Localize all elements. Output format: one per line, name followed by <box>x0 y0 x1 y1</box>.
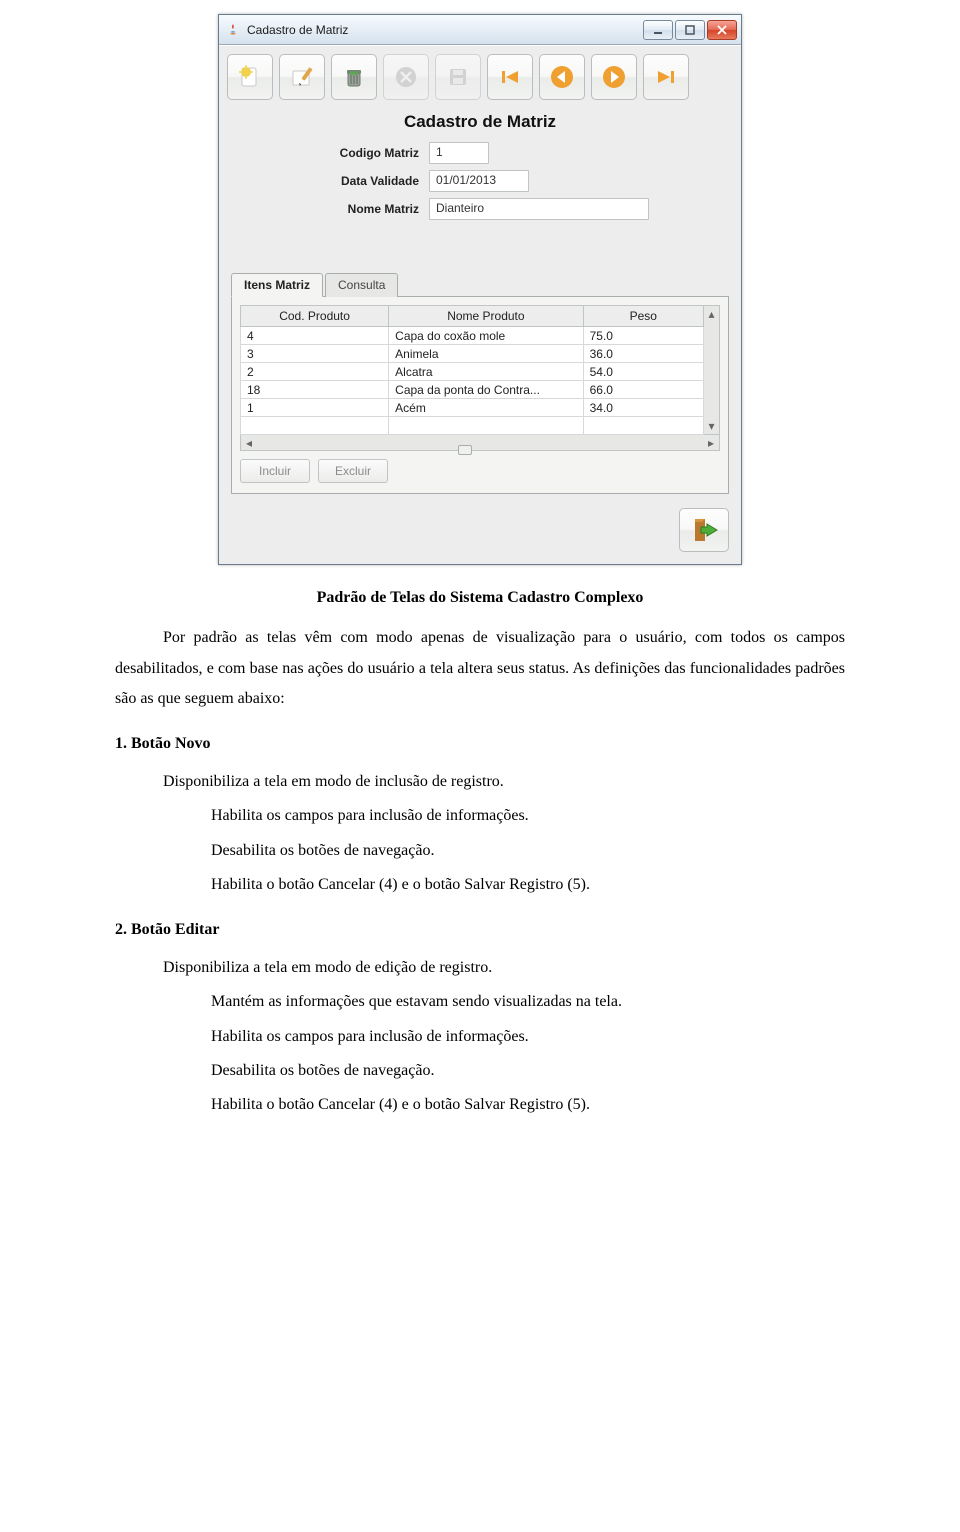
sec2-title: 2. Botão Editar <box>115 915 845 945</box>
exit-button[interactable] <box>679 508 729 552</box>
last-button[interactable] <box>643 54 689 100</box>
page-title: Cadastro de Matriz <box>219 106 741 142</box>
incluir-button[interactable]: Incluir <box>240 459 310 483</box>
cell-peso: 54.0 <box>583 363 703 381</box>
cell-cod: 4 <box>241 327 389 345</box>
save-button <box>435 54 481 100</box>
tab-itens-matriz[interactable]: Itens Matriz <box>231 273 323 297</box>
table-row[interactable]: 18 Capa da ponta do Contra... 66.0 <box>241 381 704 399</box>
scroll-down-icon[interactable]: ▾ <box>704 418 719 434</box>
doc-caption: Padrão de Telas do Sistema Cadastro Comp… <box>115 583 845 613</box>
table-row[interactable]: 3 Animela 36.0 <box>241 345 704 363</box>
table-row[interactable]: 1 Acém 34.0 <box>241 399 704 417</box>
scroll-up-icon[interactable]: ▴ <box>704 306 719 322</box>
th-nome[interactable]: Nome Produto <box>389 306 583 327</box>
toolbar <box>219 46 741 106</box>
edit-button[interactable] <box>279 54 325 100</box>
tab-strip: Itens Matriz Consulta <box>231 273 729 297</box>
cell-nome: Alcatra <box>389 363 583 381</box>
validade-field[interactable]: 01/01/2013 <box>429 170 529 192</box>
cell-cod: 3 <box>241 345 389 363</box>
cell-nome: Acém <box>389 399 583 417</box>
data-table: Cod. Produto Nome Produto Peso 4 Capa do… <box>240 305 704 435</box>
codigo-label: Codigo Matriz <box>269 146 429 160</box>
nome-label: Nome Matriz <box>269 202 429 216</box>
cell-cod: 2 <box>241 363 389 381</box>
cell-peso: 75.0 <box>583 327 703 345</box>
tab-consulta[interactable]: Consulta <box>325 273 398 297</box>
form-area: Codigo Matriz 1 Data Validade 01/01/2013… <box>219 142 741 232</box>
table-row[interactable]: 4 Capa do coxão mole 75.0 <box>241 327 704 345</box>
doc-intro: Por padrão as telas vêm com modo apenas … <box>115 623 845 714</box>
excluir-button[interactable]: Excluir <box>318 459 388 483</box>
maximize-button[interactable] <box>675 20 705 40</box>
th-cod[interactable]: Cod. Produto <box>241 306 389 327</box>
sec2-line2: Mantém as informações que estavam sendo … <box>211 987 845 1017</box>
cell-peso: 66.0 <box>583 381 703 399</box>
vertical-scrollbar[interactable]: ▴ ▾ <box>704 305 720 435</box>
codigo-field[interactable]: 1 <box>429 142 489 164</box>
cell-cod: 1 <box>241 399 389 417</box>
sec1-title: 1. Botão Novo <box>115 729 845 759</box>
sec1-line1: Disponibiliza a tela em modo de inclusão… <box>163 767 845 797</box>
delete-button[interactable] <box>331 54 377 100</box>
cell-nome: Animela <box>389 345 583 363</box>
close-button[interactable] <box>707 20 737 40</box>
sec1-line2: Habilita os campos para inclusão de info… <box>211 801 845 831</box>
app-window: Cadastro de Matriz <box>218 14 742 565</box>
java-icon <box>225 22 241 38</box>
sec2-line1: Disponibiliza a tela em modo de edição d… <box>163 953 845 983</box>
th-peso[interactable]: Peso <box>583 306 703 327</box>
prev-button[interactable] <box>539 54 585 100</box>
new-button[interactable] <box>227 54 273 100</box>
sec2-line4: Desabilita os botões de navegação. <box>211 1056 845 1086</box>
cancel-button <box>383 54 429 100</box>
sec1-line4: Habilita o botão Cancelar (4) e o botão … <box>211 870 845 900</box>
table-row[interactable]: 2 Alcatra 54.0 <box>241 363 704 381</box>
table-row <box>241 417 704 435</box>
titlebar: Cadastro de Matriz <box>219 15 741 45</box>
sec1-line3: Desabilita os botões de navegação. <box>211 836 845 866</box>
tab-panel: Cod. Produto Nome Produto Peso 4 Capa do… <box>231 296 729 494</box>
cell-peso: 36.0 <box>583 345 703 363</box>
nome-field[interactable]: Dianteiro <box>429 198 649 220</box>
first-button[interactable] <box>487 54 533 100</box>
scroll-left-icon[interactable]: ◂ <box>241 436 257 450</box>
sec2-line5: Habilita o botão Cancelar (4) e o botão … <box>211 1090 845 1120</box>
document-body: Padrão de Telas do Sistema Cadastro Comp… <box>0 565 960 1121</box>
cell-nome: Capa da ponta do Contra... <box>389 381 583 399</box>
cell-nome: Capa do coxão mole <box>389 327 583 345</box>
next-button[interactable] <box>591 54 637 100</box>
horizontal-scrollbar[interactable]: ◂ ▸ <box>240 435 720 451</box>
validade-label: Data Validade <box>269 174 429 188</box>
window-title: Cadastro de Matriz <box>247 23 641 37</box>
sec2-line3: Habilita os campos para inclusão de info… <box>211 1022 845 1052</box>
scroll-right-icon[interactable]: ▸ <box>703 436 719 450</box>
cell-cod: 18 <box>241 381 389 399</box>
cell-peso: 34.0 <box>583 399 703 417</box>
minimize-button[interactable] <box>643 20 673 40</box>
